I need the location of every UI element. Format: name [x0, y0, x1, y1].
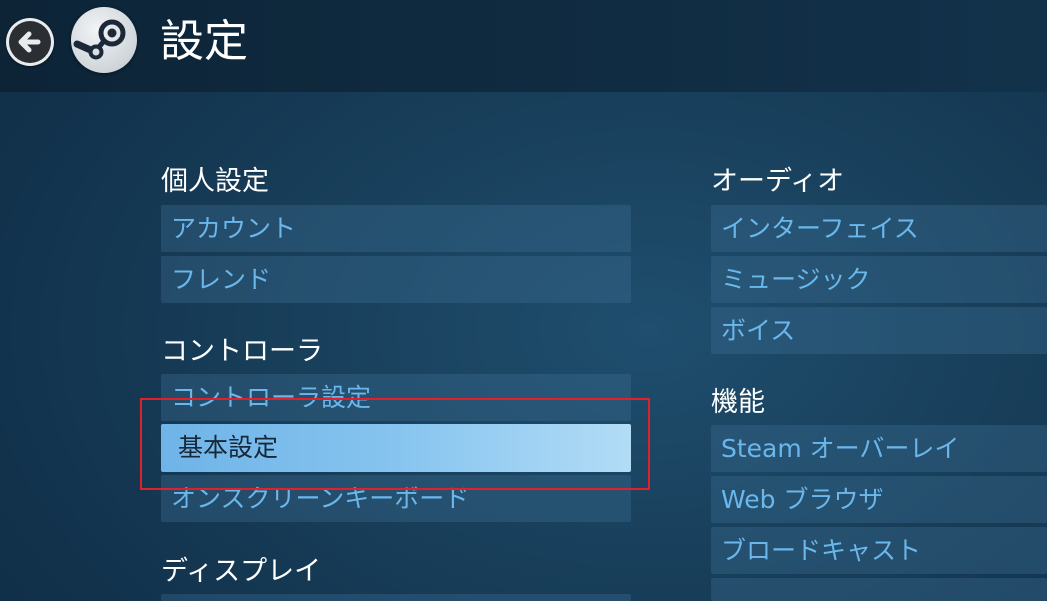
section-title-features: 機能 — [711, 387, 765, 418]
back-arrow-icon — [9, 21, 51, 63]
top-bar — [0, 0, 1047, 92]
menu-item-friends[interactable]: フレンド — [161, 256, 631, 303]
menu-item-interface[interactable]: インターフェイス — [711, 205, 1047, 252]
menu-item-voice[interactable]: ボイス — [711, 307, 1047, 354]
menu-item-account[interactable]: アカウント — [161, 205, 631, 252]
menu-item-basic-settings[interactable]: 基本設定 — [161, 424, 631, 472]
menu-item-music[interactable]: ミュージック — [711, 256, 1047, 303]
section-title-audio: オーディオ — [711, 166, 845, 197]
section-title-controller: コントローラ — [161, 336, 323, 367]
menu-item-controller-settings[interactable]: コントローラ設定 — [161, 374, 631, 421]
steam-logo — [71, 7, 137, 73]
section-title-display: ディスプレイ — [161, 556, 322, 587]
menu-item-onscreen-keyboard[interactable]: オンスクリーンキーボード — [161, 475, 631, 522]
back-button[interactable] — [6, 18, 54, 66]
steam-logo-icon — [73, 19, 126, 60]
page-title: 設定 — [160, 16, 248, 67]
menu-item-partial[interactable] — [711, 578, 1047, 601]
menu-item-display-partial[interactable] — [161, 594, 631, 601]
menu-item-web-browser[interactable]: Web ブラウザ — [711, 476, 1047, 523]
section-title-personal: 個人設定 — [161, 166, 269, 197]
menu-item-steam-overlay[interactable]: Steam オーバーレイ — [711, 425, 1047, 472]
menu-item-broadcast[interactable]: ブロードキャスト — [711, 527, 1047, 574]
